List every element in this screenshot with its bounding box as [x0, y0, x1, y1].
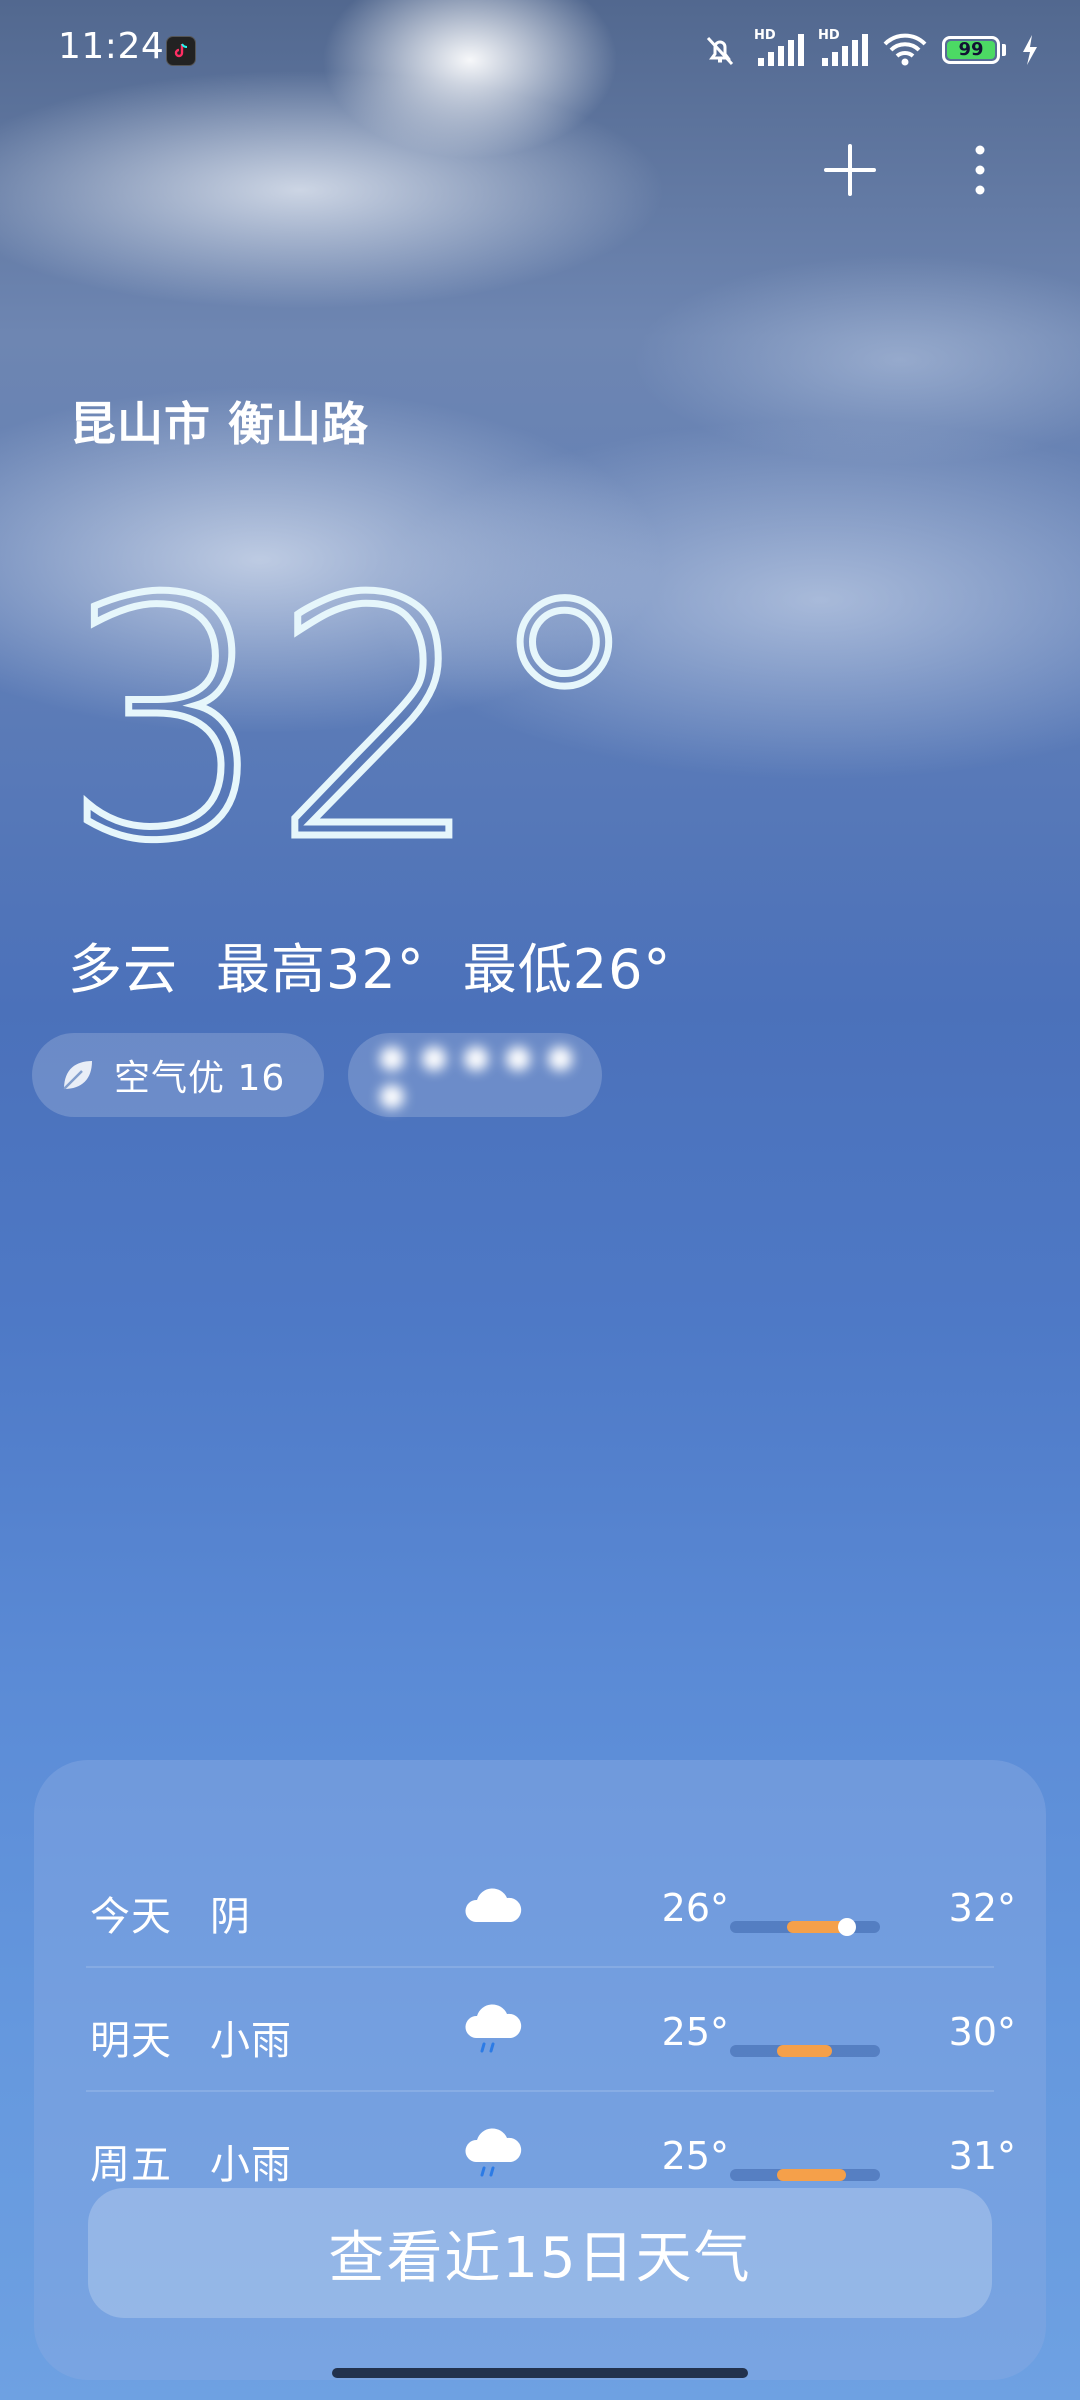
high-temperature: 最高32°	[216, 938, 425, 1001]
forecast-high: 30°	[948, 2010, 1016, 2054]
current-temperature-marker	[838, 1918, 856, 1936]
battery-level: 99	[947, 41, 995, 59]
home-indicator[interactable]	[332, 2368, 748, 2378]
tiktok-notification-icon	[166, 36, 196, 66]
forecast-condition: 小雨	[210, 2142, 292, 2188]
current-temperature: 32°	[59, 520, 651, 917]
temperature-range-fill	[776, 2169, 846, 2181]
status-bar: 11:24 HD HD 99	[0, 0, 1080, 100]
forecast-card: 今天 阴 26° 32° 明天 小雨 25° 30° 周五 小雨 25° 31°…	[34, 1760, 1046, 2380]
more-options-button[interactable]	[940, 130, 1020, 210]
forecast-day: 今天	[90, 1894, 172, 1940]
more-vertical-icon	[975, 145, 985, 195]
forecast-high: 31°	[948, 2134, 1016, 2178]
plus-icon	[824, 144, 876, 196]
status-icons: HD HD 99	[700, 28, 1040, 70]
temperature-range-bar	[730, 2045, 880, 2057]
mute-bell-icon	[706, 36, 734, 66]
battery-indicator: 99	[942, 36, 1006, 64]
weather-screen: 11:24 HD HD 99 昆山市 衡山路 32° 多云 最高32° 最低26…	[0, 0, 1080, 2400]
forecast-low: 26°	[661, 1886, 729, 1930]
blurred-chip-content: ● ● ● ● ● ●	[378, 1037, 577, 1113]
cellular-signal-1: HD	[754, 28, 804, 70]
forecast-day: 周五	[90, 2142, 172, 2188]
forecast-day: 明天	[90, 2018, 172, 2064]
temperature-range-bar	[730, 2169, 880, 2181]
forecast-condition: 小雨	[210, 2018, 292, 2064]
air-quality-label: 空气优 16	[114, 1058, 286, 1099]
cloud-icon	[465, 1888, 522, 1922]
charging-bolt-icon	[1023, 35, 1037, 65]
status-time: 11:24	[58, 26, 165, 67]
leaf-icon	[63, 1061, 92, 1090]
temperature-range-fill	[776, 2045, 832, 2057]
forecast-row-today[interactable]: 今天 阴 26° 32°	[34, 1844, 1046, 1968]
blurred-info-chip[interactable]: ● ● ● ● ● ●	[348, 1033, 602, 1117]
weather-summary: 多云 最高32° 最低26°	[68, 925, 671, 1004]
rain-cloud-icon	[465, 2128, 522, 2177]
location-label: 昆山市 衡山路	[70, 397, 370, 451]
air-quality-chip[interactable]: 空气优 16	[32, 1033, 324, 1117]
forecast-high: 32°	[948, 1886, 1016, 1930]
low-temperature: 最低26°	[462, 938, 672, 1001]
rain-cloud-icon	[465, 2004, 522, 2053]
view-15-day-forecast-button[interactable]: 查看近15日天气	[88, 2188, 992, 2318]
current-temperature-text: 32°	[62, 529, 622, 860]
cellular-signal-2: HD	[818, 28, 868, 70]
forecast-row-tomorrow[interactable]: 明天 小雨 25° 30°	[34, 1968, 1046, 2092]
forecast-low: 25°	[661, 2134, 729, 2178]
temperature-range-bar	[730, 1918, 880, 1936]
forecast-low: 25°	[661, 2010, 729, 2054]
current-condition: 多云	[68, 938, 178, 1001]
wifi-icon	[883, 33, 927, 66]
forecast-condition: 阴	[210, 1894, 251, 1940]
add-city-button[interactable]	[810, 130, 890, 210]
